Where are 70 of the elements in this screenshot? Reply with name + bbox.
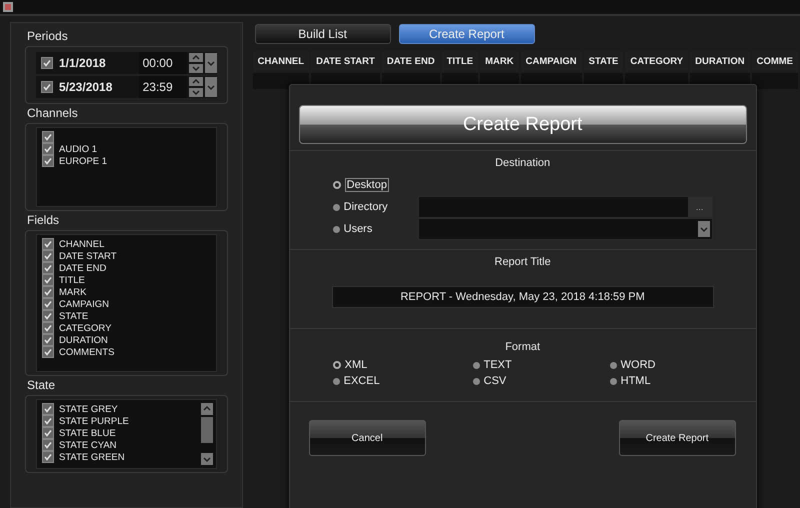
checkbox[interactable] xyxy=(42,131,54,143)
users-dropdown[interactable] xyxy=(418,218,713,240)
radio-option[interactable]: Directory xyxy=(332,201,418,213)
spinner-icon[interactable] xyxy=(188,77,203,97)
list-item[interactable]: CAMPAIGN xyxy=(59,298,109,310)
list-item[interactable]: STATE BLUE xyxy=(59,428,116,438)
checkbox[interactable] xyxy=(42,310,54,322)
checkbox[interactable] xyxy=(42,439,54,451)
list-item[interactable]: STATE GREEN xyxy=(59,452,125,462)
date-field[interactable]: 1/1/2018 xyxy=(53,56,139,70)
checkbox[interactable] xyxy=(42,415,54,427)
checkbox[interactable] xyxy=(42,143,54,155)
list-item[interactable]: EUROPE 1 xyxy=(59,156,108,166)
checkbox[interactable] xyxy=(42,262,54,274)
tab[interactable]: Create Report xyxy=(398,24,535,44)
radio-option[interactable]: WORD xyxy=(610,359,695,371)
checkbox[interactable] xyxy=(42,274,54,286)
checkbox[interactable] xyxy=(42,346,54,358)
section-title: Format xyxy=(505,341,540,353)
app-icon xyxy=(3,2,13,12)
radio-option[interactable]: HTML xyxy=(610,375,695,387)
checkbox[interactable] xyxy=(42,286,54,298)
checkbox[interactable] xyxy=(41,81,53,93)
group-title: Fields xyxy=(26,213,60,227)
checkbox[interactable] xyxy=(41,57,53,69)
dialog-button[interactable]: Create Report xyxy=(618,420,736,456)
list-item[interactable]: DATE END xyxy=(59,262,106,274)
time-field[interactable]: 23:59 xyxy=(138,76,187,98)
checkbox[interactable] xyxy=(42,427,54,439)
checkbox[interactable] xyxy=(42,238,54,250)
browse-button[interactable]: ... xyxy=(688,197,712,217)
date-field[interactable]: 5/23/2018 xyxy=(53,80,139,94)
tab[interactable]: Build List xyxy=(254,24,391,44)
radio-option[interactable]: TEXT xyxy=(472,359,558,371)
list-item[interactable]: DURATION xyxy=(59,334,108,346)
directory-field[interactable]: ... xyxy=(418,196,713,218)
report-title-field[interactable]: REPORT - Wednesday, May 23, 2018 4:18:59 PM xyxy=(332,286,714,308)
list-item[interactable]: CHANNEL xyxy=(59,238,104,250)
checkbox[interactable] xyxy=(42,298,54,310)
list-item[interactable]: STATE xyxy=(59,310,88,322)
list-item[interactable]: STATE CYAN xyxy=(59,440,117,450)
radio-option[interactable]: EXCEL xyxy=(332,375,418,387)
list-item[interactable]: CATEGORY xyxy=(59,322,112,334)
group-title: Periods xyxy=(26,29,69,43)
checkbox[interactable] xyxy=(42,155,54,167)
list-item[interactable]: TITLE xyxy=(59,274,85,286)
list-item[interactable]: AUDIO 1 xyxy=(59,144,98,154)
checkbox[interactable] xyxy=(42,250,54,262)
list-item[interactable]: MARK xyxy=(59,286,86,298)
time-field[interactable]: 00:00 xyxy=(138,52,187,74)
dropdown-icon[interactable] xyxy=(698,221,710,237)
list-item[interactable]: DATE START xyxy=(59,250,117,262)
section-title: Destination xyxy=(495,157,550,169)
spinner-icon[interactable] xyxy=(188,53,203,73)
list-item[interactable]: COMMENTS xyxy=(59,346,114,358)
group-title: Channels xyxy=(26,106,79,120)
list-item[interactable]: STATE PURPLE xyxy=(59,416,129,426)
dialog-button[interactable]: Cancel xyxy=(308,420,426,456)
list-item[interactable]: STATE GREY xyxy=(59,404,118,414)
group-title: State xyxy=(26,378,56,392)
checkbox[interactable] xyxy=(42,334,54,346)
radio-option[interactable]: CSV xyxy=(472,375,558,387)
checkbox[interactable] xyxy=(42,322,54,334)
radio-option[interactable]: XML xyxy=(332,359,418,371)
radio-option[interactable]: Users xyxy=(332,223,418,235)
checkbox[interactable] xyxy=(42,451,54,463)
scrollbar-thumb[interactable] xyxy=(200,417,213,443)
section-title: Report Title xyxy=(494,256,551,268)
checkbox[interactable] xyxy=(42,403,54,415)
dialog-title: Create Report xyxy=(298,105,747,144)
